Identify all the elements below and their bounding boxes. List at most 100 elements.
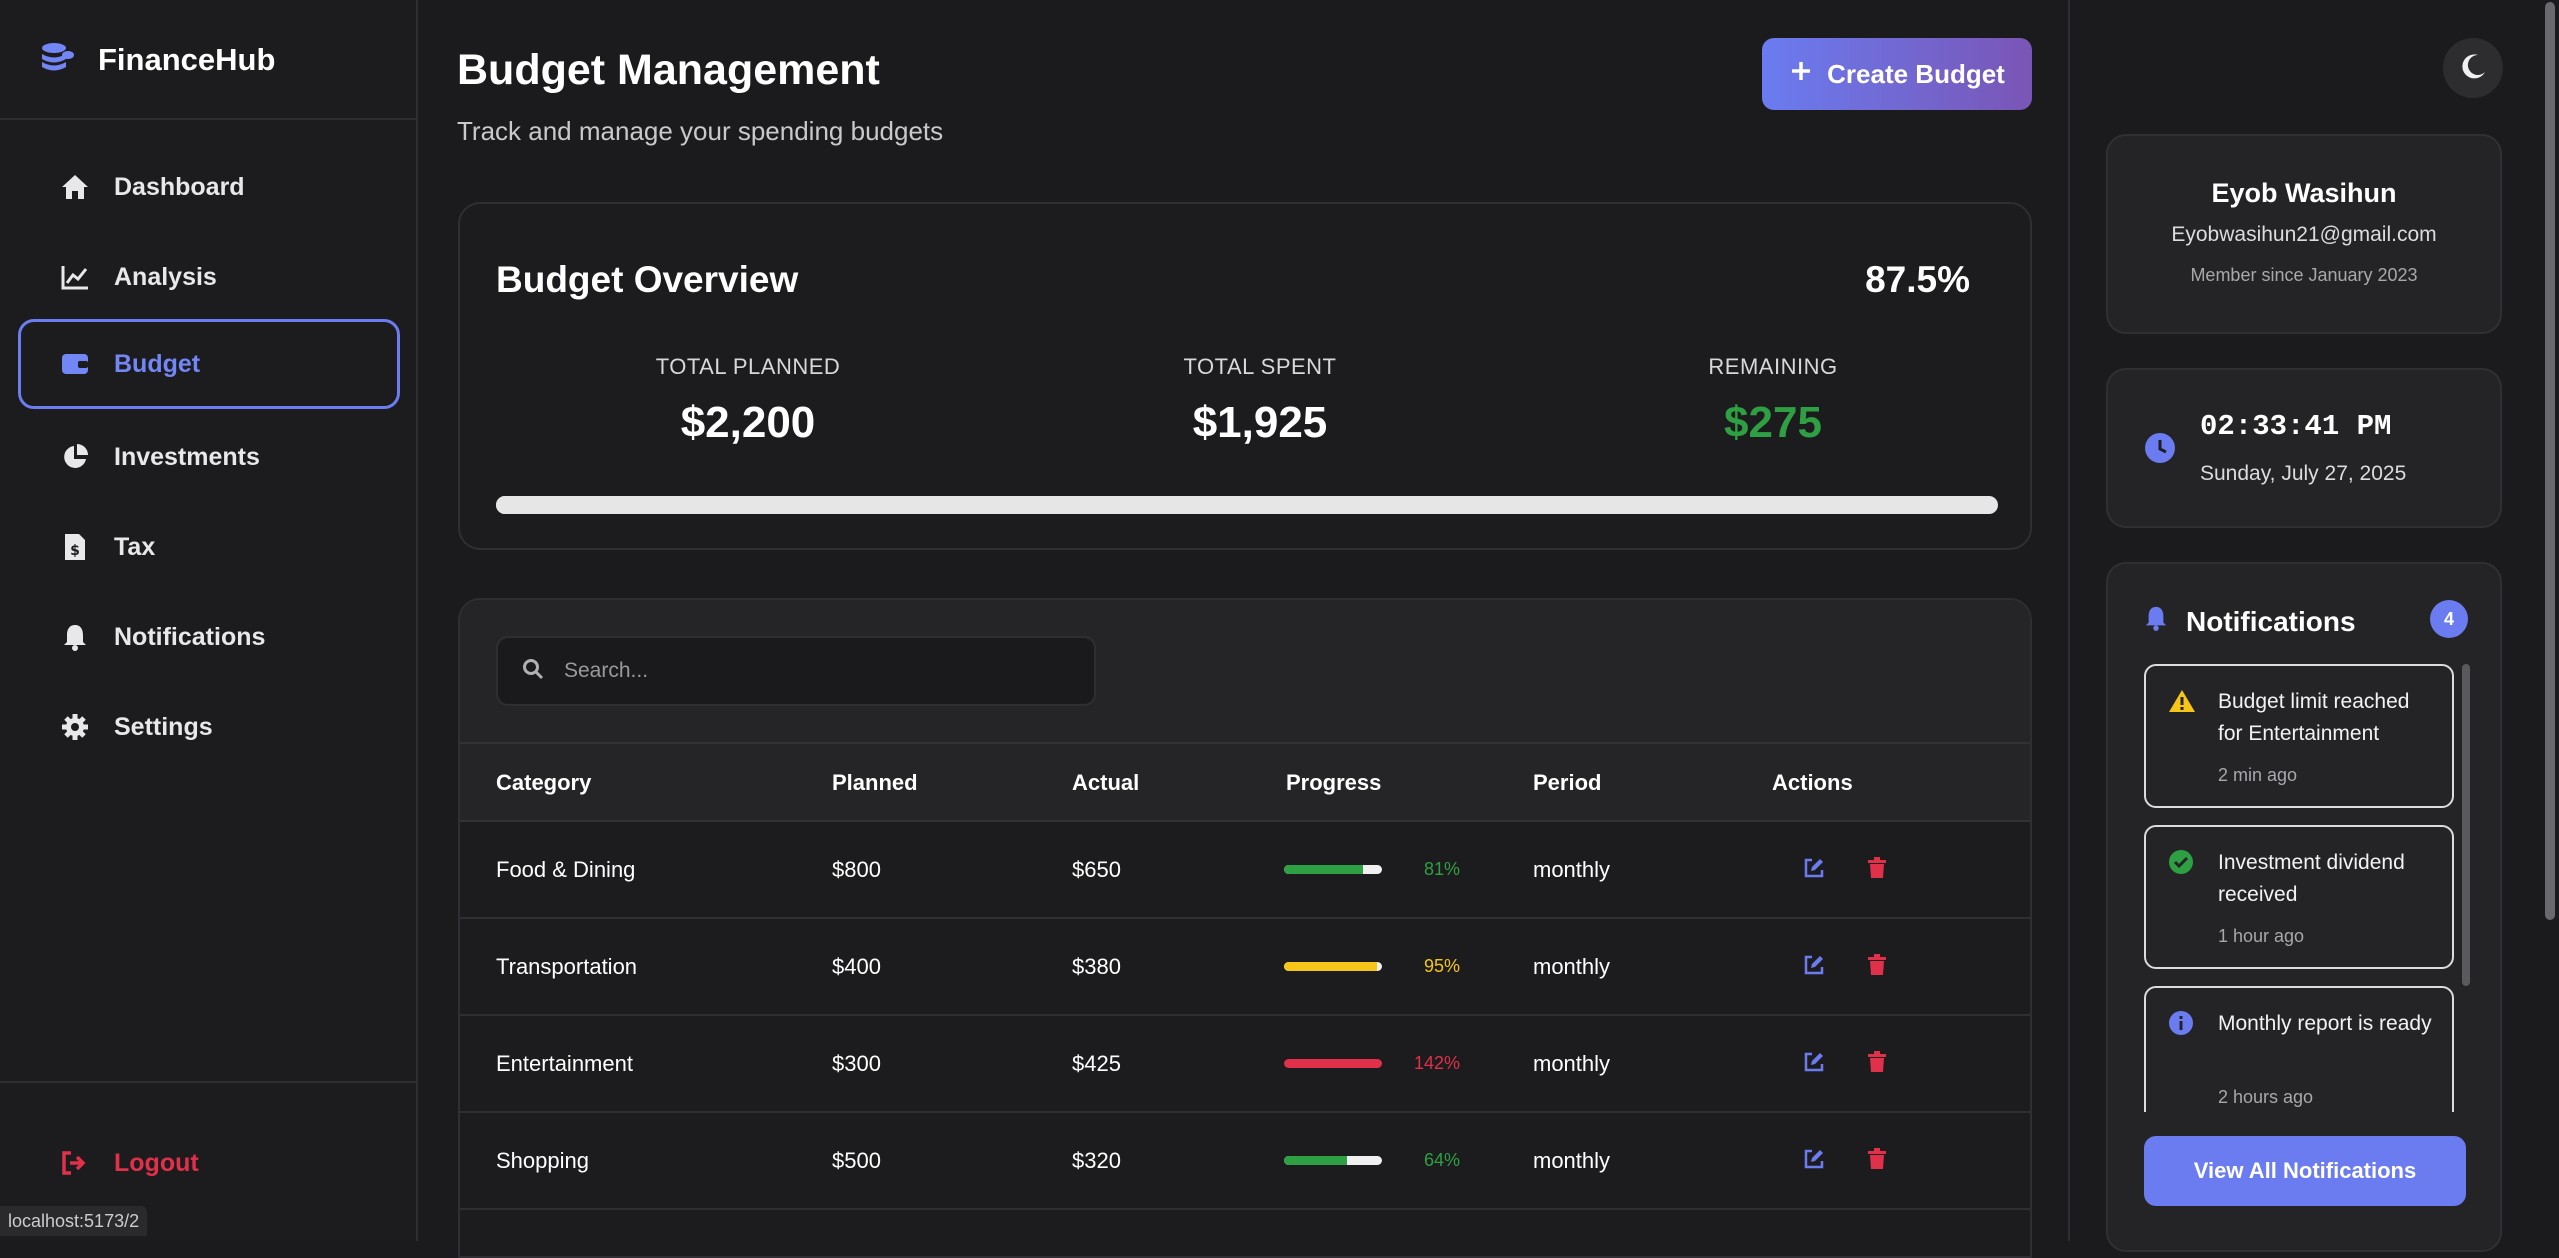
table-header: Category Planned Actual Progress Period …	[460, 742, 2030, 822]
notifications-scrollbar[interactable]	[2462, 664, 2470, 986]
notification-item[interactable]: Monthly report is ready 2 hours ago	[2144, 986, 2454, 1112]
col-planned[interactable]: Planned	[832, 744, 918, 822]
cell-planned: $500	[832, 1148, 881, 1173]
status-url: localhost:5173/2	[0, 1206, 148, 1236]
view-all-notifications-button[interactable]: View All Notifications	[2144, 1136, 2466, 1206]
table-row[interactable]: Transportation $400 $380 monthly 95%	[460, 919, 2030, 1016]
cell-period: monthly	[1533, 857, 1611, 882]
edit-icon	[1803, 1051, 1825, 1078]
cell-category: Entertainment	[496, 1051, 633, 1076]
col-progress[interactable]: Progress	[1286, 744, 1381, 822]
logout-button[interactable]: Logout	[18, 1118, 400, 1208]
user-name: Eyob Wasihun	[2211, 178, 2397, 208]
search-box[interactable]	[496, 636, 1096, 706]
notification-time: 2 min ago	[2218, 765, 2298, 785]
notification-list[interactable]: Budget limit reached for Entertainment 2…	[2144, 664, 2454, 1112]
edit-button[interactable]	[1797, 1047, 1831, 1081]
sidebar-item-tax[interactable]: $ Tax	[18, 502, 400, 592]
delete-button[interactable]	[1860, 1144, 1894, 1178]
delete-button[interactable]	[1860, 950, 1894, 984]
page-subtitle: Track and manage your spending budgets	[457, 116, 944, 146]
sidebar-item-investments[interactable]: Investments	[18, 412, 400, 502]
clock-card: 02:33:41 PM Sunday, July 27, 2025	[2106, 368, 2502, 528]
cell-category: Transportation	[496, 954, 638, 979]
search-input[interactable]	[562, 658, 1066, 684]
cell-actual: $380	[1072, 954, 1121, 979]
sidebar-item-label: Tax	[114, 532, 156, 561]
notification-item[interactable]: Investment dividend received 1 hour ago	[2144, 825, 2454, 969]
logout-icon	[58, 1146, 92, 1180]
cell-planned: $800	[832, 857, 881, 882]
trash-icon	[1867, 1147, 1887, 1175]
sidebar-divider	[0, 1081, 416, 1083]
page-title: Budget Management	[457, 46, 880, 94]
trash-icon	[1867, 1050, 1887, 1078]
cell-period: monthly	[1533, 1051, 1611, 1076]
edit-button[interactable]	[1797, 853, 1831, 887]
sidebar-item-dashboard[interactable]: Dashboard	[18, 142, 400, 232]
col-actual[interactable]: Actual	[1072, 744, 1139, 822]
create-budget-button[interactable]: Create Budget	[1762, 38, 2032, 110]
clock-time: 02:33:41 PM	[2200, 410, 2392, 443]
gear-icon	[58, 710, 92, 744]
notification-item[interactable]: Budget limit reached for Entertainment 2…	[2144, 664, 2454, 808]
notification-time: 2 hours ago	[2218, 1087, 2314, 1107]
tax-document-icon: $	[58, 530, 92, 564]
edit-button[interactable]	[1797, 950, 1831, 984]
coins-logo-icon	[38, 38, 76, 81]
col-category[interactable]: Category	[496, 744, 591, 822]
wallet-icon	[58, 347, 92, 381]
main-content: Budget Management Track and manage your …	[420, 0, 2068, 1258]
create-budget-label: Create Budget	[1827, 58, 2005, 89]
brand-name: FinanceHub	[98, 41, 276, 77]
cell-actual: $650	[1072, 857, 1121, 882]
overview-progress-fill	[496, 496, 1811, 514]
trash-icon	[1867, 953, 1887, 981]
notifications-header: Notifications	[2144, 604, 2356, 639]
bell-icon	[2144, 604, 2168, 639]
row-progress-bar	[1284, 962, 1382, 971]
cell-actual: $425	[1072, 1051, 1121, 1076]
clock-icon	[2144, 432, 2176, 469]
row-progress-percent: 142%	[1413, 1053, 1460, 1073]
brand[interactable]: FinanceHub	[38, 38, 275, 81]
clock-date: Sunday, July 27, 2025	[2200, 462, 2407, 485]
col-actions: Actions	[1772, 770, 1853, 795]
sidebar-item-settings[interactable]: Settings	[18, 682, 400, 772]
search-icon	[522, 658, 544, 685]
sidebar-item-budget[interactable]: Budget	[18, 319, 400, 409]
notification-text: Investment dividend received	[2218, 851, 2405, 906]
sidebar-item-notifications[interactable]: Notifications	[18, 592, 400, 682]
delete-button[interactable]	[1860, 1047, 1894, 1081]
cell-period: monthly	[1533, 1148, 1611, 1173]
pie-chart-icon	[58, 440, 92, 474]
theme-toggle-button[interactable]	[2443, 38, 2503, 98]
sidebar-item-analysis[interactable]: Analysis	[18, 232, 400, 322]
notification-count-badge: 4	[2430, 600, 2468, 638]
row-progress-bar	[1284, 1156, 1382, 1165]
logout-label: Logout	[114, 1148, 199, 1177]
sidebar-divider	[0, 118, 416, 120]
sidebar-item-label: Budget	[114, 349, 201, 378]
edit-button[interactable]	[1797, 1144, 1831, 1178]
col-period[interactable]: Period	[1533, 744, 1601, 822]
total-planned-label: TOTAL PLANNED	[655, 354, 841, 379]
row-progress-fill	[1284, 865, 1364, 874]
table-row[interactable]: Food & Dining $800 $650 monthly 81%	[460, 822, 2030, 919]
page-scrollbar-thumb[interactable]	[2545, 2, 2555, 920]
remaining-label: REMAINING	[1708, 354, 1838, 379]
edit-icon	[1803, 1148, 1825, 1175]
total-planned-value: $2,200	[680, 398, 816, 447]
row-progress-fill	[1284, 962, 1378, 971]
overview-title: Budget Overview	[496, 259, 799, 300]
plus-icon	[1789, 59, 1813, 90]
total-spent-stat: TOTAL SPENT $1,925	[1060, 354, 1460, 448]
delete-button[interactable]	[1860, 853, 1894, 887]
table-row[interactable]: Shopping $500 $320 monthly 64%	[460, 1113, 2030, 1210]
table-row[interactable]: Entertainment $300 $425 monthly 142%	[460, 1016, 2030, 1113]
notification-text: Budget limit reached for Entertainment	[2218, 690, 2410, 745]
page-scrollbar[interactable]	[2541, 0, 2559, 1241]
budget-table-card: Category Planned Actual Progress Period …	[458, 598, 2032, 1258]
row-progress-fill	[1284, 1059, 1382, 1068]
sidebar-item-label: Investments	[114, 442, 260, 471]
